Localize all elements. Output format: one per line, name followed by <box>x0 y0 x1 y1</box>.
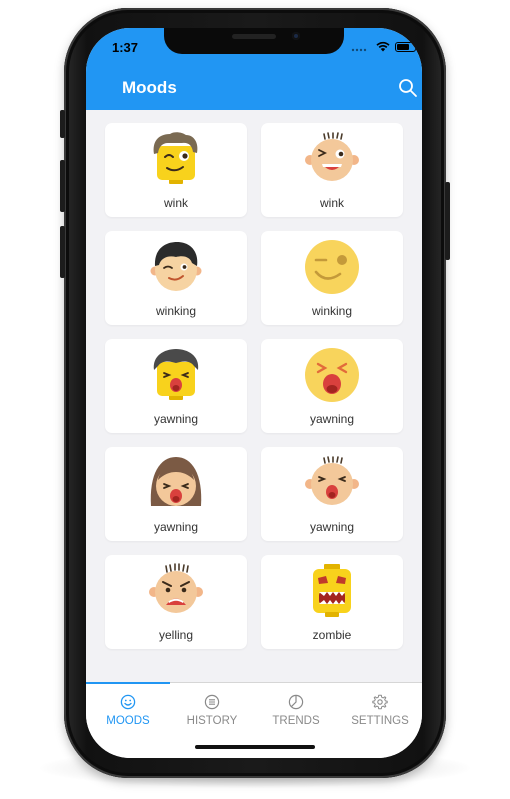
emoji-winking-face-icon <box>305 240 359 294</box>
mood-label: wink <box>163 196 188 210</box>
mood-label: wink <box>319 196 344 210</box>
cellular-signal-icon <box>351 48 367 51</box>
mood-card[interactable]: yawning <box>261 447 403 541</box>
status-indicators <box>351 41 419 52</box>
mood-card[interactable]: winking <box>261 231 403 325</box>
tab-settings[interactable]: SETTINGS <box>338 683 422 743</box>
notch <box>164 28 344 54</box>
mood-label: yawning <box>309 520 355 534</box>
mood-card[interactable]: wink <box>261 123 403 217</box>
emoji-yawning-face-icon <box>305 348 359 402</box>
tab-history[interactable]: HISTORY <box>170 683 254 743</box>
status-time: 1:37 <box>112 40 139 55</box>
earpiece-speaker <box>232 34 276 39</box>
tab-label: MOODS <box>106 715 150 727</box>
baby-yelling-face-icon <box>149 563 203 613</box>
mood-label: yawning <box>309 412 355 426</box>
volume-down-button <box>60 226 65 278</box>
power-button <box>445 182 450 260</box>
volume-up-button <box>60 160 65 212</box>
baby-yawning-face-icon <box>305 456 359 505</box>
mood-card[interactable]: yawning <box>105 447 247 541</box>
bottom-navigation: MOODS HISTORY TRENDS SETTINGS <box>86 682 422 758</box>
tab-label: HISTORY <box>186 715 238 727</box>
wifi-icon <box>376 41 390 52</box>
girl-yawning-face-icon <box>150 457 202 506</box>
mood-label: yelling <box>158 628 194 642</box>
mood-grid: wink wink winking winking yawning yawnin… <box>86 110 422 682</box>
mood-card[interactable]: winking <box>105 231 247 325</box>
list-icon <box>204 694 220 710</box>
mute-switch <box>60 110 65 138</box>
mood-card[interactable]: yawning <box>261 339 403 433</box>
mood-label: yawning <box>153 520 199 534</box>
mood-label: winking <box>155 304 197 318</box>
gear-icon <box>372 694 388 710</box>
lego-yawning-face-icon <box>153 349 199 400</box>
baby-wink-face-icon <box>305 132 359 181</box>
smiley-icon <box>120 694 136 710</box>
tab-trends[interactable]: TRENDS <box>254 683 338 743</box>
mood-label: yawning <box>153 412 199 426</box>
tab-label: SETTINGS <box>351 715 409 727</box>
front-camera <box>292 32 300 40</box>
tab-label: TRENDS <box>272 715 320 727</box>
mood-card[interactable]: yelling <box>105 555 247 649</box>
pie-chart-icon <box>288 694 304 710</box>
mood-label: zombie <box>312 628 352 642</box>
page-title: Moods <box>122 78 177 97</box>
mood-card[interactable]: yawning <box>105 339 247 433</box>
boy-winking-face-icon <box>150 242 202 291</box>
lego-wink-face-icon <box>153 132 198 184</box>
battery-icon <box>395 41 419 52</box>
mood-card[interactable]: wink <box>105 123 247 217</box>
search-icon[interactable] <box>398 78 418 98</box>
mood-card[interactable]: zombie <box>261 555 403 649</box>
phone-screen: 1:37 Moods wink wink winking winking yaw… <box>86 28 422 758</box>
tab-moods[interactable]: MOODS <box>86 683 170 743</box>
home-indicator[interactable] <box>195 745 315 749</box>
lego-zombie-face-icon <box>313 564 351 617</box>
mood-label: winking <box>311 304 353 318</box>
